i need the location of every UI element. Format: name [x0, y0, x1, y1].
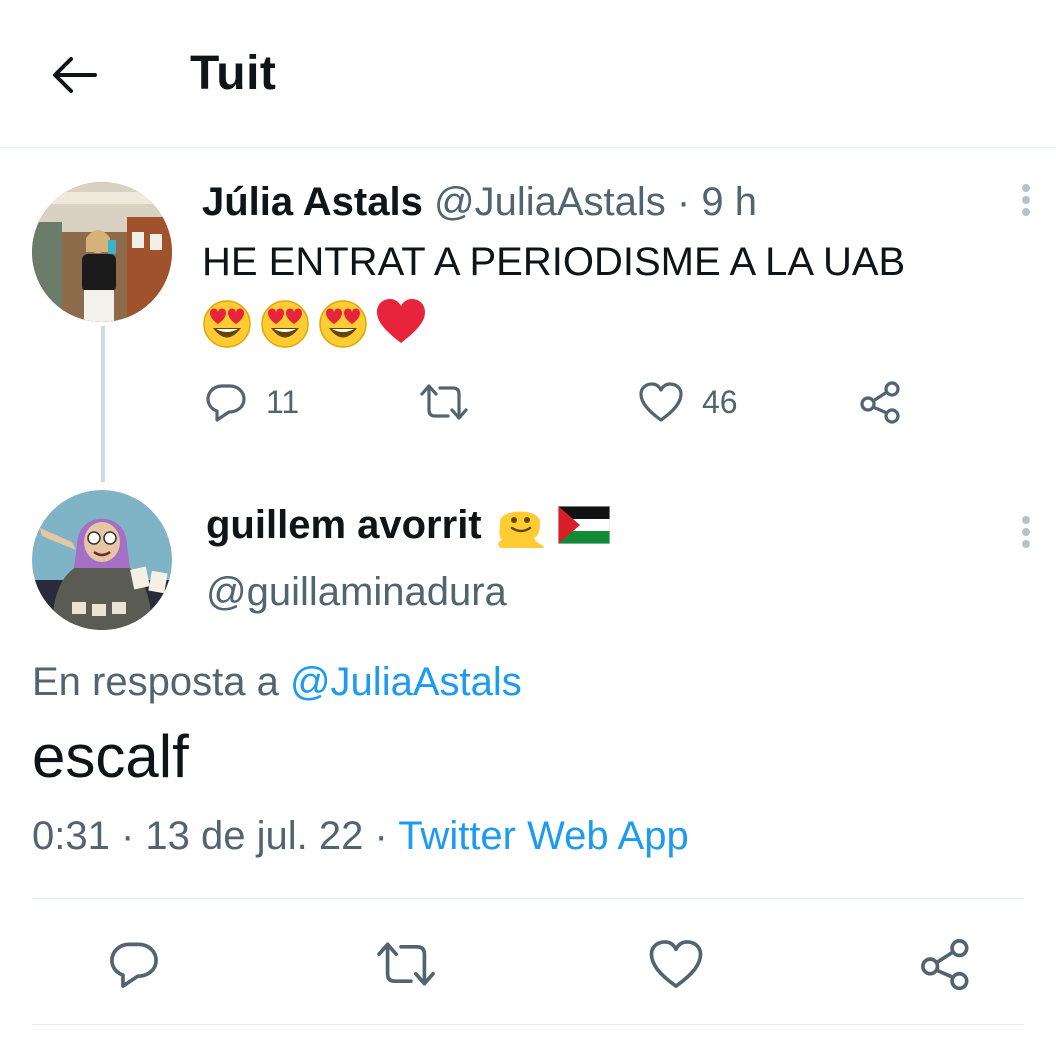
share-icon	[921, 939, 969, 991]
reply-tweet-text: escalf	[32, 723, 189, 790]
red-heart-emoji-icon	[377, 299, 425, 343]
replying-to: En resposta a @JuliaAstals	[32, 660, 522, 705]
share-button[interactable]	[914, 932, 978, 996]
more-dot-icon	[1022, 528, 1030, 536]
share-icon	[860, 381, 900, 424]
tweet-header: Júlia Astals @JuliaAstals · 9 h	[202, 180, 757, 225]
more-dot-icon	[1022, 196, 1030, 204]
more-dot-icon	[1022, 208, 1030, 216]
melting-face-emoji-icon	[497, 511, 544, 548]
top-bar: Tuit	[0, 0, 1056, 148]
more-options-button[interactable]	[1014, 512, 1038, 552]
more-dot-icon	[1022, 540, 1030, 548]
like-button[interactable]	[644, 932, 708, 996]
reply-count: 11	[266, 383, 300, 420]
heart-icon	[639, 382, 683, 422]
reply-icon	[206, 384, 246, 422]
back-arrow-icon	[53, 57, 97, 93]
separator-dot: ·	[676, 180, 691, 224]
tweet-text: HE ENTRAT A PERIODISME A LA UAB	[202, 240, 906, 284]
tweet-meta: 0:31 · 13 de jul. 22 · Twitter Web App	[32, 814, 689, 859]
replying-to-handle[interactable]: @JuliaAstals	[290, 660, 522, 704]
back-button[interactable]	[48, 52, 100, 98]
retweet-button[interactable]	[374, 932, 438, 996]
emoji-row	[200, 295, 428, 349]
heart-eyes-emoji-icon	[319, 300, 367, 348]
heart-eyes-emoji-icon	[261, 300, 309, 348]
tweet-time[interactable]: 9 h	[701, 180, 757, 224]
reply-icon	[110, 942, 158, 988]
share-button[interactable]	[858, 380, 904, 424]
reply-button[interactable]: 11	[204, 380, 299, 424]
like-button[interactable]: 46	[638, 380, 738, 424]
tweet-timestamp[interactable]: 0:31 · 13 de jul. 22	[32, 814, 363, 858]
replying-to-label: En resposta a	[32, 660, 279, 704]
author-name[interactable]: Júlia Astals	[202, 180, 423, 224]
like-count: 46	[702, 383, 738, 420]
reply-author-handle[interactable]: @guillaminadura	[206, 570, 507, 615]
retweet-icon	[377, 942, 435, 986]
avatar-guillem[interactable]	[32, 490, 172, 630]
heart-icon	[649, 940, 703, 988]
heart-eyes-emoji-icon	[203, 300, 251, 348]
reply-author-name[interactable]: guillem avorrit	[206, 503, 482, 548]
palestine-flag-emoji-icon	[557, 506, 610, 544]
avatar-julia[interactable]	[32, 182, 172, 322]
reply-author-row: guillem avorrit	[206, 500, 610, 550]
more-dot-icon	[1022, 184, 1030, 192]
thread-connector	[101, 326, 105, 482]
author-handle[interactable]: @JuliaAstals	[434, 180, 666, 224]
retweet-button[interactable]	[418, 380, 470, 424]
divider	[32, 1024, 1024, 1025]
page-title: Tuit	[190, 47, 277, 100]
tweet-source[interactable]: Twitter Web App	[398, 814, 689, 858]
divider	[32, 898, 1024, 899]
reply-button[interactable]	[102, 932, 166, 996]
meta-separator: ·	[374, 814, 388, 858]
retweet-icon	[420, 384, 468, 420]
more-dot-icon	[1022, 516, 1030, 524]
more-options-button[interactable]	[1014, 180, 1038, 220]
